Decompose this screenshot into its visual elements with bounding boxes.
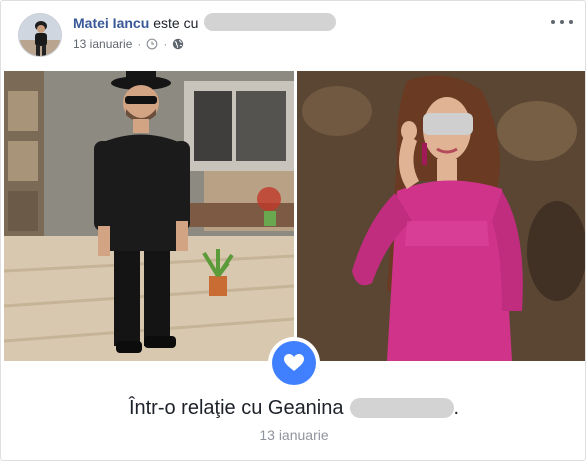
- relationship-suffix: .: [453, 397, 460, 419]
- feed-post: Matei Iancu este cu 13 ianuarie · · Într…: [0, 0, 586, 461]
- post-meta: 13 ianuarie · ·: [73, 37, 184, 51]
- post-date-link[interactable]: 13 ianuarie: [73, 37, 132, 51]
- author-avatar[interactable]: [18, 13, 62, 57]
- heart-icon: [272, 341, 316, 385]
- meta-separator: ·: [163, 37, 168, 51]
- relationship-status: Într-o relaţie cu Geanina.: [1, 395, 586, 421]
- redacted-surname-blur: [349, 398, 454, 418]
- more-dot: [551, 20, 555, 24]
- more-dot: [569, 20, 573, 24]
- relationship-date: 13 ianuarie: [259, 427, 329, 443]
- post-header: Matei Iancu este cu 13 ianuarie · ·: [1, 1, 586, 67]
- tagged-with-text: este cu: [153, 15, 199, 31]
- redacted-name-blur: [204, 13, 337, 31]
- post-photos: [4, 71, 585, 361]
- relationship-badge: [268, 337, 320, 389]
- author-name-link[interactable]: Matei Iancu: [73, 15, 149, 31]
- clock-icon: [146, 38, 158, 50]
- globe-icon[interactable]: [172, 38, 184, 50]
- relationship-text: Într-o relaţie cu Geanina: [128, 397, 344, 419]
- photo-man[interactable]: [4, 71, 294, 361]
- more-dot: [560, 20, 564, 24]
- meta-separator: ·: [137, 37, 142, 51]
- photo-woman[interactable]: [297, 71, 585, 361]
- author-line: Matei Iancu este cu: [73, 13, 337, 32]
- more-options-icon[interactable]: [551, 15, 573, 29]
